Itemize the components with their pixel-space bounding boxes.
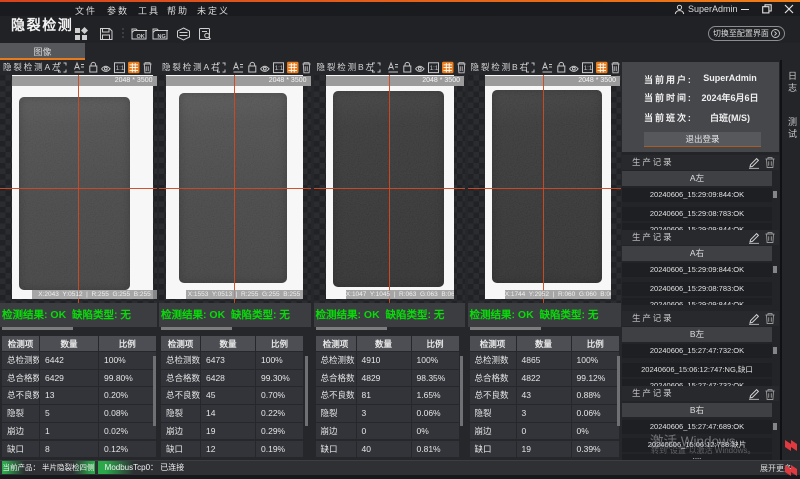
svg-text:NG: NG — [158, 34, 166, 40]
svg-text:1:1: 1:1 — [275, 65, 284, 72]
svg-text:OK: OK — [137, 34, 145, 40]
svg-text:1:1: 1:1 — [116, 65, 125, 72]
svg-text:1:1: 1:1 — [583, 65, 592, 72]
svg-text:1:1: 1:1 — [429, 65, 438, 72]
